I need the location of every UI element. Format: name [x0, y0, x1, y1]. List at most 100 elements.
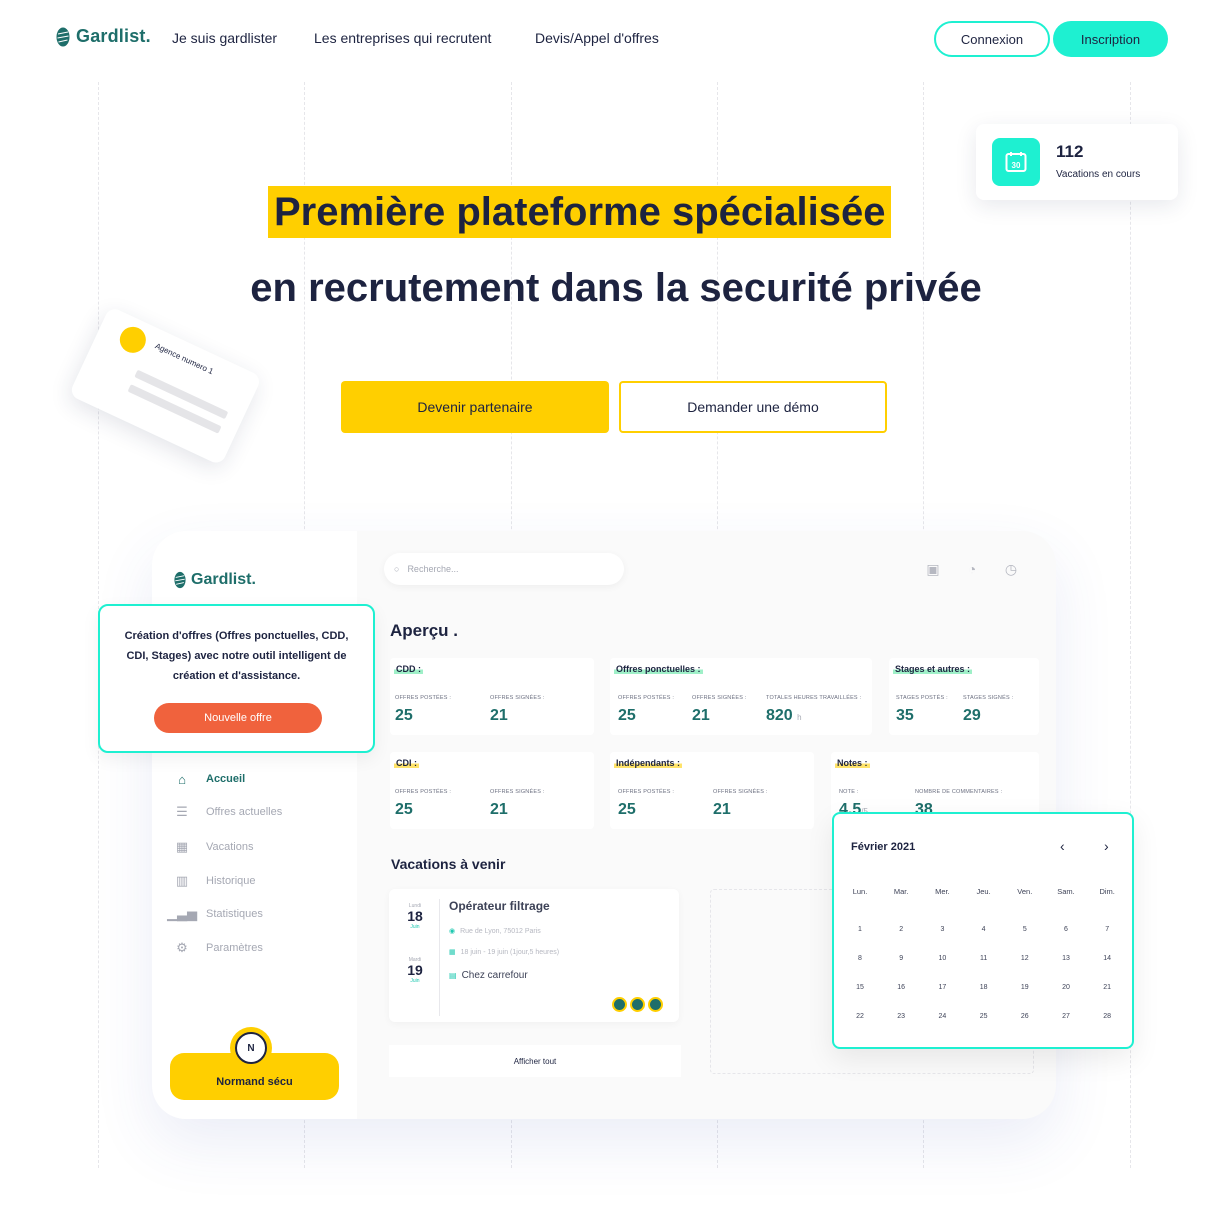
calendar-day[interactable]: 24	[922, 1013, 962, 1020]
assigned-agents	[612, 997, 663, 1012]
metric-value: 25	[618, 707, 636, 724]
calendar-day[interactable]: 18	[964, 984, 1004, 991]
cdi-card: CDI : Offres postées : 25 Offres signées …	[390, 752, 594, 829]
callout-text: Création d'offres (Offres ponctuelles, C…	[124, 630, 349, 682]
signup-button[interactable]: Inscription	[1053, 21, 1168, 57]
request-demo-button[interactable]: Demander une démo	[619, 381, 887, 433]
sidebar-item-vacations[interactable]: ▦ Vacations	[174, 839, 254, 855]
calendar-day[interactable]: 3	[922, 926, 962, 933]
metric-value: 21	[692, 707, 710, 724]
sidebar-item-accueil[interactable]: ⌂ Accueil	[174, 771, 245, 787]
address-text: Rue de Lyon, 75012 Paris	[460, 927, 541, 935]
calendar-day[interactable]: 8	[840, 955, 880, 962]
new-offer-button[interactable]: Nouvelle offre	[154, 703, 322, 733]
calendar-weekday: Ven.	[1017, 887, 1033, 896]
calendar-day[interactable]: 25	[964, 1013, 1004, 1020]
nav-link-entreprises[interactable]: Les entreprises qui recrutent	[314, 30, 491, 46]
calendar-day[interactable]: 6	[1046, 926, 1086, 933]
divider	[439, 899, 440, 1016]
history-icon: ▥	[175, 873, 189, 888]
calendar-day[interactable]: 5	[1005, 926, 1045, 933]
calendar-day[interactable]: 15	[840, 984, 880, 991]
alarm-icon[interactable]: ◷	[1002, 560, 1020, 578]
chevron-left-icon[interactable]: ‹	[1060, 838, 1065, 854]
calendar-day[interactable]: 12	[1005, 955, 1045, 962]
login-button[interactable]: Connexion	[934, 21, 1050, 57]
calendar-day[interactable]: 16	[881, 984, 921, 991]
create-offer-callout: Création d'offres (Offres ponctuelles, C…	[98, 604, 375, 753]
calendar-day[interactable]: 11	[964, 955, 1004, 962]
metric-value: 35	[896, 707, 914, 724]
bell-icon[interactable]: ◔	[963, 560, 981, 578]
metric-value: 29	[963, 707, 981, 724]
metric-label: Stages signés :	[963, 695, 1014, 701]
sidebar-item-offres[interactable]: ☰ Offres actuelles	[174, 804, 282, 820]
independants-card: Indépendants : Offres postées : 25 Offres…	[610, 752, 814, 829]
sidebar-item-label: Accueil	[206, 773, 246, 785]
search-input[interactable]: ○ Recherche...	[384, 553, 624, 585]
calendar-day[interactable]: 20	[1046, 984, 1086, 991]
chevron-right-icon[interactable]: ›	[1104, 838, 1109, 854]
avatar	[648, 997, 663, 1012]
calendar-weekday: Mer.	[935, 887, 950, 896]
metric-label: Note :	[839, 789, 859, 795]
inbox-icon[interactable]: ▣	[924, 560, 942, 578]
calendar-day[interactable]: 28	[1087, 1013, 1127, 1020]
calendar-day[interactable]: 21	[1087, 984, 1127, 991]
vacation-start-date: Lundi 18 Juin	[403, 903, 427, 930]
calendar-widget: Février 2021 ‹ › Lun. Mar. Mer. Jeu. Ven. Sam…	[832, 812, 1134, 1049]
sidebar-item-parametres[interactable]: ⚙ Paramètres	[174, 940, 263, 956]
metric: Offres signées : 21	[692, 695, 747, 725]
hero-title: en recrutement dans la securité privée	[250, 266, 982, 310]
calendar-day[interactable]: 22	[840, 1013, 880, 1020]
calendar-weekday: Dim.	[1099, 887, 1115, 896]
calendar-day[interactable]: 26	[1005, 1013, 1045, 1020]
avatar: N	[230, 1027, 272, 1069]
stages-card: Stages et autres : Stages postés : 35 Sta…	[889, 658, 1039, 735]
nav-link-gardlister[interactable]: Je suis gardlister	[172, 30, 277, 46]
date-month: Juin	[410, 978, 420, 984]
metric: Totales heures travaillées : 820 h	[766, 695, 861, 725]
card-title: CDD :	[394, 664, 423, 674]
dashboard-logo: Gardlist.	[174, 571, 256, 589]
vacation-card[interactable]: Lundi 18 Juin Mardi 19 Juin Opérateur fi…	[389, 889, 679, 1022]
calendar-day[interactable]: 14	[1087, 955, 1127, 962]
calendar-day[interactable]: 17	[922, 984, 962, 991]
svg-text:30: 30	[1012, 161, 1021, 170]
sidebar-item-label: Statistiques	[206, 908, 263, 920]
agency-name: Agence numero 1	[153, 341, 215, 377]
calendar-day[interactable]: 19	[1005, 984, 1045, 991]
sidebar-item-label: Offres actuelles	[206, 806, 283, 818]
sidebar-item-statistiques[interactable]: ▁▃▅ Statistiques	[167, 906, 263, 922]
calendar-day[interactable]: 13	[1046, 955, 1086, 962]
sidebar-item-label: Paramètres	[206, 942, 263, 954]
calendar-weekday: Mar.	[893, 887, 909, 896]
calendar-day[interactable]: 4	[964, 926, 1004, 933]
calendar-day[interactable]: 2	[881, 926, 921, 933]
metric-label: Offres postées :	[618, 789, 675, 795]
calendar-weekday: Lun.	[852, 887, 868, 896]
metric-label: Offres postées :	[618, 695, 675, 701]
client-text: Chez carrefour	[461, 970, 528, 981]
show-all-button[interactable]: Afficher tout	[389, 1045, 681, 1077]
metric-value: 25	[395, 707, 413, 724]
calendar-day[interactable]: 1	[840, 926, 880, 933]
card-title: CDI :	[394, 758, 419, 768]
calendar-day[interactable]: 7	[1087, 926, 1127, 933]
metric-value: 21	[490, 707, 508, 724]
metric: Stages signés : 29	[963, 695, 1013, 725]
date-month: Juin	[410, 924, 420, 930]
sidebar-item-historique[interactable]: ▥ Historique	[174, 873, 256, 889]
metric: Offres signées : 21	[713, 789, 768, 819]
brand-logo[interactable]: Gardlist.	[56, 26, 151, 47]
vacation-dates: ▦ 18 juin - 19 juin (1jour,5 heures)	[449, 948, 559, 957]
calendar-day[interactable]: 10	[922, 955, 962, 962]
calendar-day[interactable]: 27	[1046, 1013, 1086, 1020]
calendar-day[interactable]: 9	[881, 955, 921, 962]
nav-link-devis[interactable]: Devis/Appel d'offres	[535, 30, 659, 46]
metric: Offres signées : 21	[490, 695, 545, 725]
become-partner-button[interactable]: Devenir partenaire	[341, 381, 609, 433]
date-day: 18	[407, 908, 423, 924]
calendar-day[interactable]: 23	[881, 1013, 921, 1020]
card-title: Offres ponctuelles :	[614, 664, 703, 674]
